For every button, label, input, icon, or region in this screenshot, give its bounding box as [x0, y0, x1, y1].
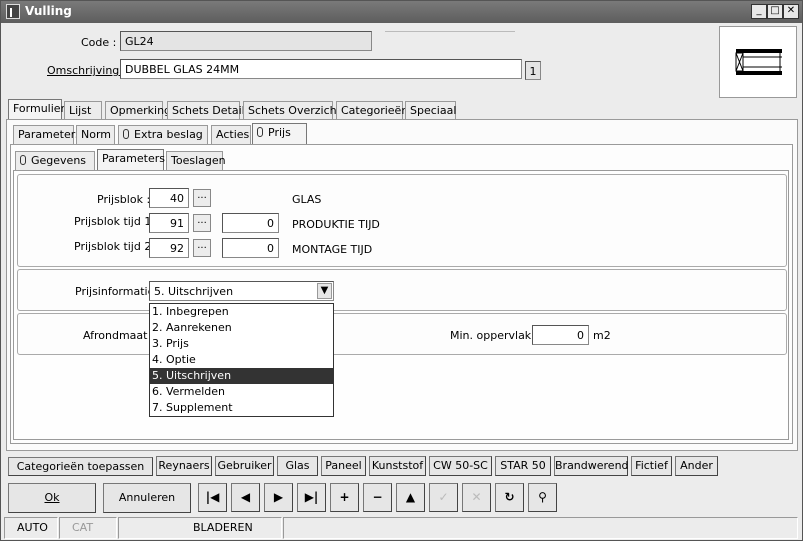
maximize-button[interactable]: □ [767, 4, 783, 19]
omschrijving-count: 1 [525, 61, 541, 80]
dropdown-option[interactable]: 2. Aanrekenen [150, 320, 333, 336]
tab-toeslagen[interactable]: Toeslagen [166, 151, 226, 170]
glas-button[interactable]: Glas [277, 456, 318, 476]
refresh-icon[interactable]: ↻ [495, 483, 524, 512]
prijsblok-tijd1-desc: PRODUKTIE TIJD [292, 218, 380, 231]
reynaers-button[interactable]: Reynaers [156, 456, 212, 476]
omschrijving-field[interactable]: DUBBEL GLAS 24MM [120, 59, 522, 79]
prijsblok-desc: GLAS [292, 193, 322, 206]
tab-prijs[interactable]: Prijs [252, 123, 307, 144]
cw50sc-button[interactable]: CW 50-SC [429, 456, 492, 476]
tab-schets-overzicht[interactable]: Schets Overzicht [243, 101, 341, 120]
annuleren-button[interactable]: Annuleren [103, 483, 191, 513]
tab-opmerking[interactable]: Opmerking [105, 101, 171, 120]
cancel-edit-icon[interactable]: ✕ [462, 483, 491, 512]
tab-extra-beslag-label: Extra beslag [134, 128, 203, 141]
status-mode: BLADEREN [118, 517, 282, 539]
prijsinformatie-select[interactable]: 5. Uitschrijven ▼ [149, 281, 334, 301]
gebruiker-button[interactable]: Gebruiker [215, 456, 274, 476]
paperclip-icon [257, 127, 263, 137]
tab-speciaal[interactable]: Speciaal [405, 101, 456, 120]
tab-prijs-label: Prijs [268, 126, 291, 139]
status-extra [283, 517, 798, 539]
status-auto: AUTO [4, 517, 58, 539]
status-cat: CAT [59, 517, 117, 539]
min-oppervlak-unit: m2 [593, 329, 611, 342]
chevron-down-icon[interactable]: ▼ [317, 283, 332, 299]
min-oppervlak-label: Min. oppervlak : [450, 329, 539, 342]
search-binoculars-icon[interactable]: ⚲ [528, 483, 557, 512]
prijsblok-tijd1-browse-button[interactable]: ... [193, 214, 211, 232]
paneel-button[interactable]: Paneel [321, 456, 366, 476]
post-record-icon[interactable]: ✓ [429, 483, 458, 512]
prijsblok-tijd2-field[interactable]: 92 [149, 238, 189, 258]
prijsblok-label: Prijsblok : [97, 193, 151, 206]
code-label: Code : [81, 36, 117, 49]
glass-section-icon [735, 49, 782, 75]
tab-categorieen[interactable]: Categorieën [336, 101, 408, 120]
prijsblok-browse-button[interactable]: ... [193, 189, 211, 207]
dropdown-option[interactable]: 6. Vermelden [150, 384, 333, 400]
tab-norm[interactable]: Norm [76, 125, 115, 144]
fictief-button[interactable]: Fictief [631, 456, 672, 476]
code-field[interactable]: GL24 [120, 31, 372, 51]
glass-preview [719, 26, 797, 98]
prijsblok-tijd2-browse-button[interactable]: ... [193, 239, 211, 257]
prijsblok-tijd1-field[interactable]: 91 [149, 213, 189, 233]
first-record-icon[interactable]: |◀ [198, 483, 227, 512]
paperclip-icon [20, 155, 26, 165]
main-window: Vulling _ □ ✕ Code : GL24 Omschrijving :… [0, 0, 803, 541]
categorieen-toepassen-button[interactable]: Categorieën toepassen [8, 457, 153, 476]
tab-gegevens-label: Gegevens [31, 154, 87, 167]
app-icon [6, 4, 20, 19]
next-record-icon[interactable]: ▶ [264, 483, 293, 512]
tab-formulier[interactable]: Formulier [8, 99, 65, 120]
previous-record-icon[interactable]: ◀ [231, 483, 260, 512]
tab-extra-beslag[interactable]: Extra beslag [118, 125, 208, 144]
minimize-button[interactable]: _ [751, 4, 767, 19]
ander-button[interactable]: Ander [675, 456, 718, 476]
tab-prijs-parameters[interactable]: Parameters [97, 149, 165, 170]
prijsblok-tijd2-desc: MONTAGE TIJD [292, 243, 373, 256]
star50-button[interactable]: STAR 50 [495, 456, 551, 476]
tab-schets-detail[interactable]: Schets Detail [167, 101, 245, 120]
omschrijving-label: Omschrijving : [47, 64, 127, 77]
dropdown-option[interactable]: 3. Prijs [150, 336, 333, 352]
prijsinformatie-dropdown-list: 1. Inbegrepen 2. Aanrekenen 3. Prijs 4. … [149, 303, 334, 417]
tab-acties[interactable]: Acties [211, 125, 251, 144]
prijsblok-tijd2-label: Prijsblok tijd 2 : [74, 240, 159, 253]
prijsblok-tijd2-extra-field[interactable]: 0 [222, 238, 279, 258]
close-button[interactable]: ✕ [783, 4, 799, 19]
tab-gegevens[interactable]: Gegevens [15, 151, 95, 170]
prijsinformatie-selected-value: 5. Uitschrijven [154, 285, 234, 298]
brandwerend-button[interactable]: Brandwerend [554, 456, 629, 476]
add-record-icon[interactable]: + [330, 483, 359, 512]
kunststof-button[interactable]: Kunststof [369, 456, 426, 476]
min-oppervlak-field[interactable]: 0 [532, 325, 589, 345]
dropdown-option[interactable]: 7. Supplement [150, 400, 333, 416]
edit-record-icon[interactable]: ▲ [396, 483, 425, 512]
title-bar: Vulling _ □ ✕ [1, 1, 802, 23]
tab-parameters[interactable]: Parameters [13, 125, 81, 144]
dropdown-option[interactable]: 1. Inbegrepen [150, 304, 333, 320]
code-extra-divider [385, 31, 515, 32]
paperclip-icon [123, 129, 129, 139]
delete-record-icon[interactable]: − [363, 483, 392, 512]
prijsblok-tijd1-extra-field[interactable]: 0 [222, 213, 279, 233]
tab-lijst[interactable]: Lijst [64, 101, 102, 120]
dropdown-option-selected[interactable]: 5. Uitschrijven [150, 368, 333, 384]
ok-button[interactable]: Ok [8, 483, 96, 513]
afrondmaat-label: Afrondmaat : [83, 329, 155, 342]
dropdown-option[interactable]: 4. Optie [150, 352, 333, 368]
prijsblok-field[interactable]: 40 [149, 188, 189, 208]
last-record-icon[interactable]: ▶| [297, 483, 326, 512]
prijsblok-tijd1-label: Prijsblok tijd 1 : [74, 215, 159, 228]
window-title: Vulling [25, 4, 72, 18]
